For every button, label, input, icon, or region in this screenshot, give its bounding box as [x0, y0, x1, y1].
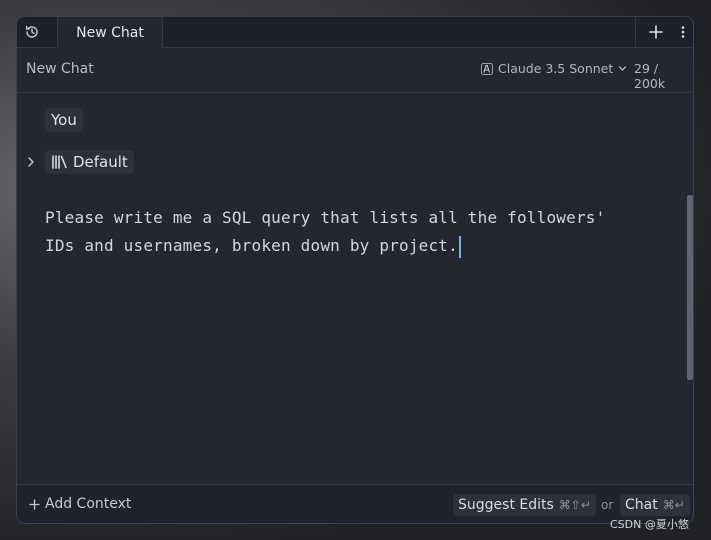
chat-button[interactable]: Chat ⌘↵	[620, 494, 690, 516]
scrollbar[interactable]	[687, 195, 693, 380]
message-text: Please write me a SQL query that lists a…	[45, 208, 606, 255]
chat-footer: Add Context Suggest Edits ⌘⇧↵ or Chat ⌘↵	[17, 484, 693, 523]
author-chip: You	[45, 108, 83, 132]
author-label: You	[51, 111, 77, 129]
history-icon	[25, 25, 38, 38]
model-selector[interactable]: Claude 3.5 Sonnet	[481, 61, 627, 76]
expand-context-button[interactable]	[24, 153, 38, 171]
more-options-button[interactable]	[673, 21, 693, 43]
message-input[interactable]: Please write me a SQL query that lists a…	[45, 204, 665, 260]
token-count: 29 / 200k	[634, 61, 666, 91]
add-context-label: Add Context	[45, 496, 132, 512]
chat-window: New Chat New Chat Claude 3.5 Sonnet 29 /…	[17, 17, 693, 523]
plus-icon	[649, 25, 663, 39]
context-chip[interactable]: Default	[45, 150, 134, 174]
chevron-right-icon	[28, 157, 34, 167]
chat-label: Chat	[625, 497, 658, 513]
chat-header: New Chat Claude 3.5 Sonnet 29 / 200k	[17, 48, 693, 93]
context-label: Default	[73, 153, 128, 171]
chat-shortcut: ⌘↵	[662, 498, 685, 512]
anthropic-icon	[481, 62, 493, 75]
tab-bar: New Chat	[17, 17, 693, 48]
plus-icon	[29, 498, 40, 510]
model-name: Claude 3.5 Sonnet	[498, 61, 614, 76]
add-context-button[interactable]: Add Context	[29, 496, 131, 512]
tab-new-chat[interactable]: New Chat	[57, 17, 163, 48]
new-chat-button[interactable]	[645, 21, 667, 43]
watermark: CSDN @夏小悠	[610, 518, 689, 531]
history-button[interactable]	[17, 17, 47, 47]
suggest-edits-button[interactable]: Suggest Edits ⌘⇧↵	[453, 494, 596, 516]
suggest-edits-label: Suggest Edits	[458, 497, 554, 513]
text-caret	[458, 235, 461, 258]
library-icon	[52, 155, 67, 169]
chevron-down-icon	[619, 66, 627, 71]
tab-label: New Chat	[76, 24, 144, 41]
tab-divider	[635, 17, 636, 47]
or-label: or	[601, 498, 614, 512]
more-vertical-icon	[681, 26, 685, 38]
chat-title: New Chat	[26, 61, 94, 77]
suggest-shortcut: ⌘⇧↵	[558, 498, 591, 512]
